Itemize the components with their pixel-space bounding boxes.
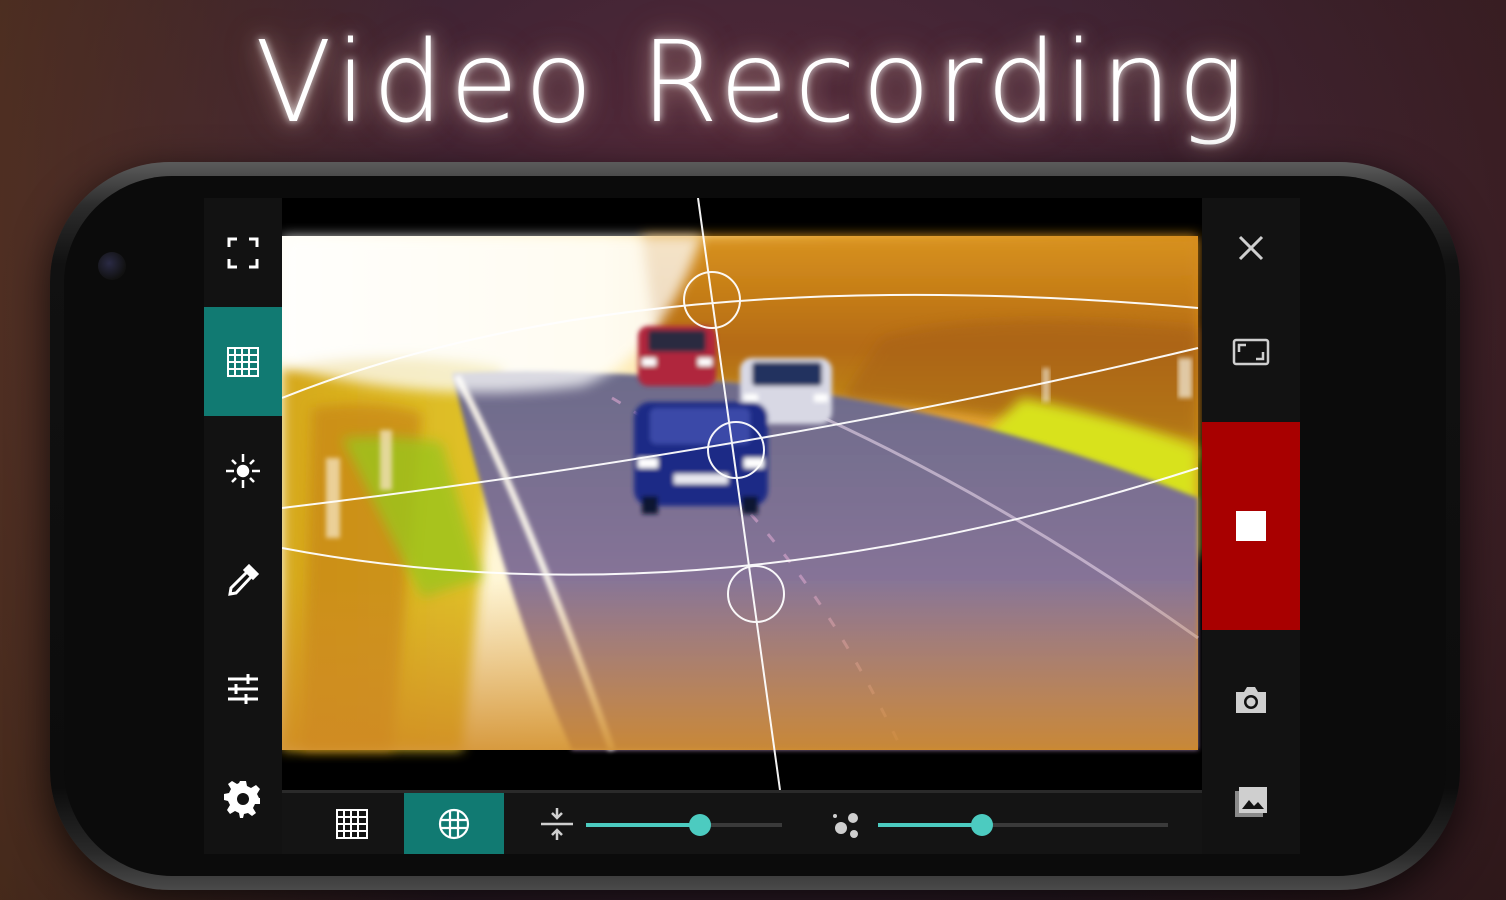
target-grid-button[interactable]: [404, 793, 504, 854]
target-grid-icon: [438, 808, 470, 839]
blur-icon: [833, 812, 858, 838]
grid-icon: [336, 808, 368, 839]
compress-icon: [541, 807, 573, 840]
headline: Video Recording: [255, 18, 1251, 148]
gallery-button[interactable]: [1202, 772, 1300, 832]
close-button[interactable]: [1202, 218, 1300, 278]
settings-button[interactable]: [204, 743, 282, 852]
gallery-icon: [1235, 787, 1267, 817]
grid-mode-button[interactable]: [302, 793, 402, 854]
snapshot-button[interactable]: [1202, 670, 1300, 730]
adjustments-button[interactable]: [204, 634, 282, 743]
close-icon: [1238, 235, 1264, 261]
slider-2-fill: [878, 823, 983, 827]
slider-1-fill: [586, 823, 700, 827]
gear-icon: [224, 780, 260, 818]
fullscreen-button[interactable]: [204, 198, 282, 307]
viewfinder-scene: [282, 198, 1202, 790]
slider-2-thumb[interactable]: [971, 814, 994, 836]
focus-icon: [226, 453, 260, 488]
right-toolbar: [1202, 198, 1300, 854]
fullscreen-icon: [227, 237, 259, 268]
aspect-ratio-icon: [1232, 338, 1270, 366]
grid-icon: [227, 346, 259, 377]
camera-viewfinder[interactable]: [282, 198, 1202, 790]
aspect-ratio-button[interactable]: [1202, 322, 1300, 382]
front-camera: [98, 252, 126, 280]
tilt-width-control[interactable]: [532, 793, 582, 854]
blur-control[interactable]: [822, 793, 872, 854]
sliders-icon: [228, 673, 258, 704]
bottom-toolbar: [282, 790, 1202, 854]
focus-button[interactable]: [204, 416, 282, 525]
left-toolbar: [204, 198, 282, 854]
stop-icon: [1236, 511, 1266, 541]
camera-icon: [1236, 687, 1266, 713]
eyedropper-icon: [228, 563, 260, 596]
stop-recording-button[interactable]: [1202, 422, 1300, 630]
color-picker-button[interactable]: [204, 525, 282, 634]
grid-overlay-button[interactable]: [204, 307, 282, 416]
slider-1-thumb[interactable]: [688, 814, 711, 836]
camera-screen: [204, 198, 1300, 854]
